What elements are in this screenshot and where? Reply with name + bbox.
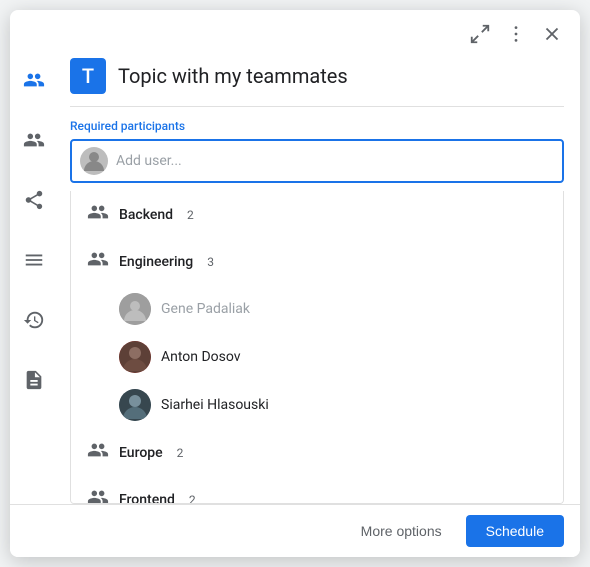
sidebar-groups-icon[interactable] [16,122,52,158]
close-button[interactable] [536,18,568,50]
person-gene[interactable]: Gene Padaliak [71,285,563,333]
group-backend-count: 2 [187,208,194,222]
sidebar-share-icon[interactable] [16,182,52,218]
sidebar-menu-icon[interactable] [16,242,52,278]
person-siarhei-name: Siarhei Hlasouski [161,397,269,413]
person-gene-name: Gene Padaliak [161,301,250,317]
group-backend[interactable]: Backend 2 [71,191,563,238]
group-engineering[interactable]: Engineering 3 [71,238,563,285]
group-backend-name: Backend [119,207,173,223]
more-options-button[interactable]: More options [349,515,454,547]
person-anton-1-name: Anton Dosov [161,349,241,365]
content-area: T Topic with my teammates Required parti… [58,54,580,504]
person-avatar-gene [119,293,151,325]
main-content: T Topic with my teammates Required parti… [10,54,580,504]
meeting-header: T Topic with my teammates [70,54,564,107]
sidebar-participants-icon[interactable] [16,62,52,98]
participants-section: Required participants Add user... [70,107,564,191]
sidebar [10,54,58,504]
meeting-initial-icon: T [70,58,106,94]
group-icon [87,201,109,228]
group-europe[interactable]: Europe 2 [71,429,563,476]
search-bar[interactable]: Add user... [70,139,564,183]
expand-button[interactable] [464,18,496,50]
meeting-title: Topic with my teammates [118,64,348,88]
group-frontend[interactable]: Frontend 2 [71,476,563,504]
title-bar [10,10,580,54]
footer: More options Schedule [10,504,580,557]
group-icon [87,248,109,275]
schedule-button[interactable]: Schedule [466,515,564,547]
group-europe-name: Europe [119,445,163,461]
sidebar-tasks-icon[interactable] [16,362,52,398]
group-icon [87,486,109,504]
more-button[interactable] [500,18,532,50]
section-label: Required participants [70,119,564,133]
group-icon [87,439,109,466]
group-frontend-name: Frontend [119,492,175,505]
group-europe-count: 2 [177,446,184,460]
main-window: T Topic with my teammates Required parti… [10,10,580,557]
sidebar-history-icon[interactable] [16,302,52,338]
person-anton-1[interactable]: Anton Dosov [71,333,563,381]
group-frontend-count: 2 [189,493,196,505]
person-siarhei[interactable]: Siarhei Hlasouski [71,381,563,429]
dropdown-list[interactable]: Backend 2 Engineering 3 [70,191,564,504]
person-avatar-anton-1 [119,341,151,373]
group-engineering-count: 3 [207,255,214,269]
user-avatar [80,147,108,175]
group-engineering-name: Engineering [119,254,193,270]
search-placeholder: Add user... [116,153,554,169]
person-avatar-siarhei [119,389,151,421]
